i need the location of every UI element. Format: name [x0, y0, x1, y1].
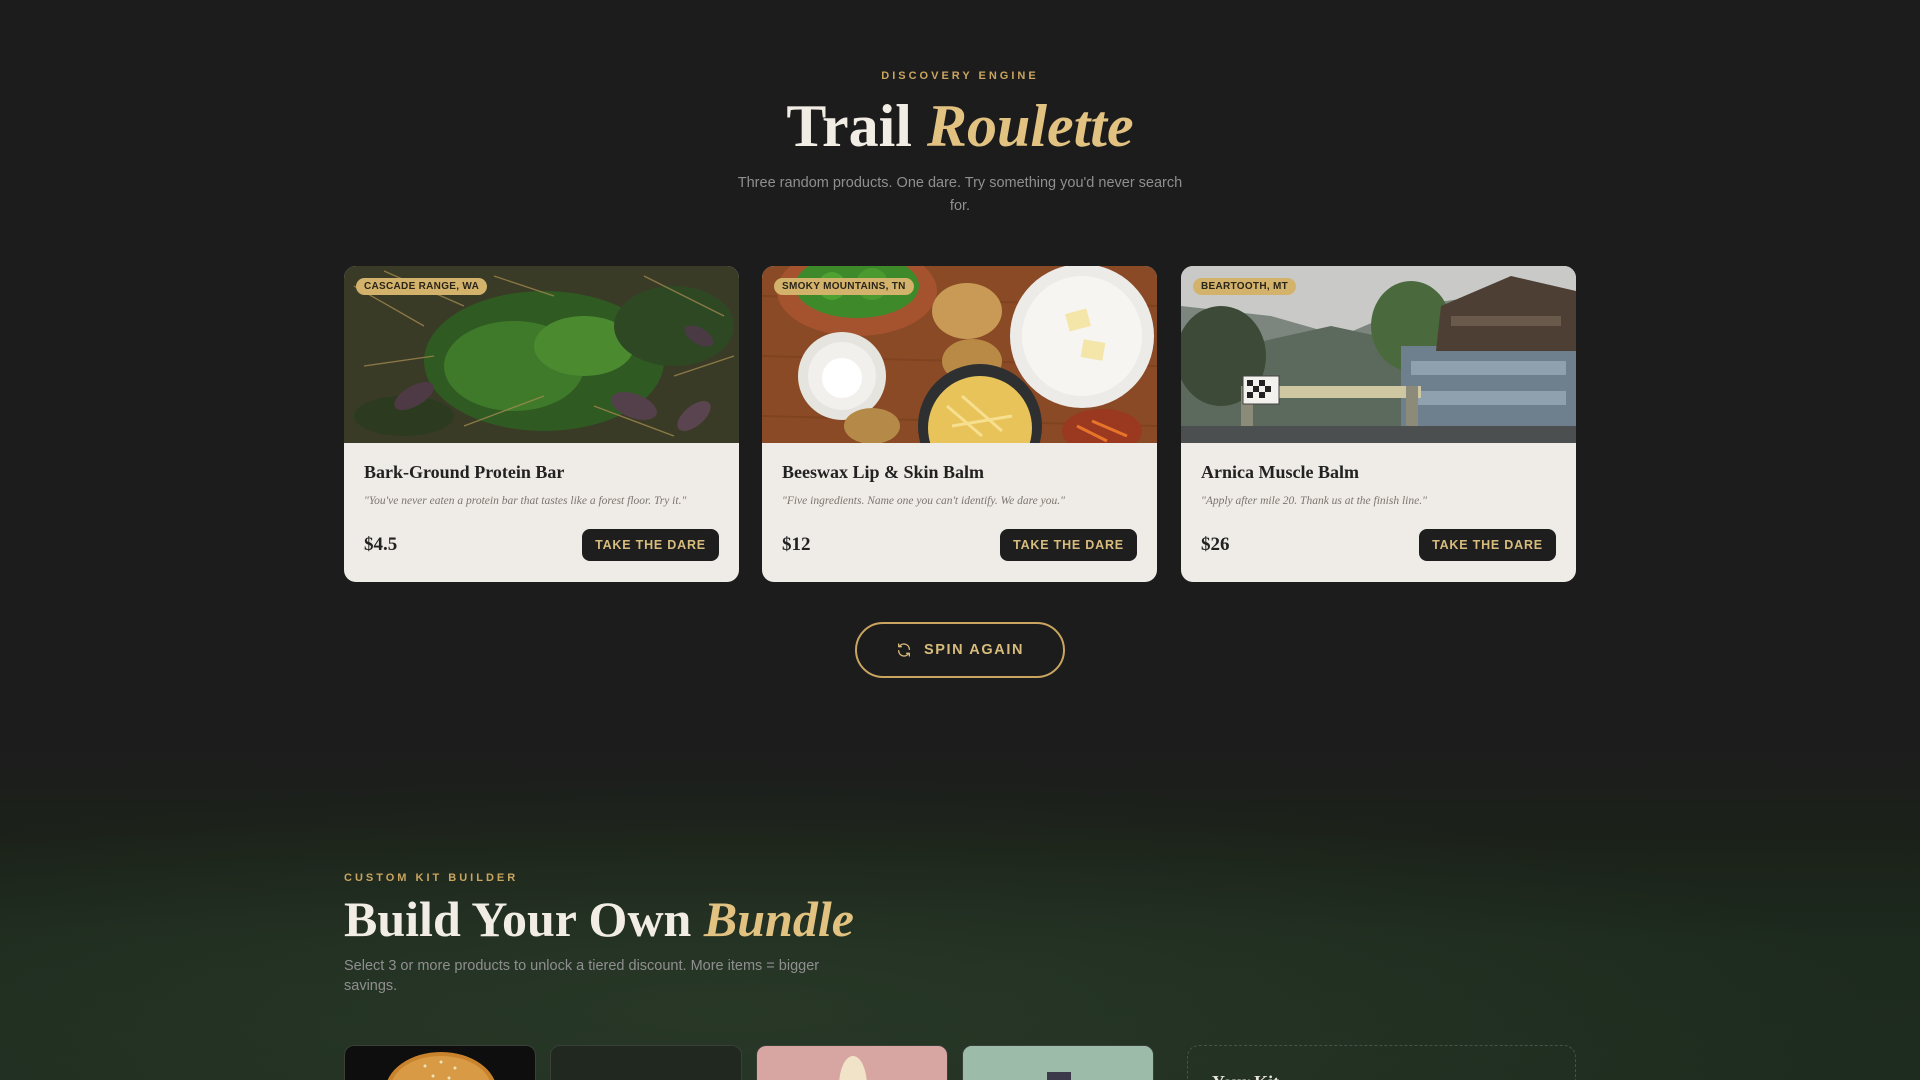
product-card[interactable]: SMOKY MOUNTAINS, TN Beeswax Lip & Skin B…: [762, 266, 1157, 582]
take-the-dare-button[interactable]: TAKE THE DARE: [582, 529, 719, 561]
kit-product-tile[interactable]: [550, 1045, 742, 1080]
kit-title: Build Your Own Bundle: [344, 890, 854, 948]
product-title: Beeswax Lip & Skin Balm: [782, 462, 985, 482]
kit-eyebrow: CUSTOM KIT BUILDER: [344, 872, 519, 884]
kit-title-accent: Bundle: [703, 891, 854, 947]
roulette-eyebrow: DISCOVERY ENGINE: [881, 70, 1039, 82]
product-quote: "You've never eaten a protein bar that t…: [364, 495, 687, 507]
roulette-title-accent: Roulette: [926, 93, 1134, 159]
roulette-title-plain: Trail: [786, 93, 912, 159]
location-tag: BEARTOOTH, MT: [1193, 278, 1297, 295]
kit-subtitle: Select 3 or more products to unlock a ti…: [344, 958, 820, 994]
product-card[interactable]: CASCADE RANGE, WA Bark-Ground Protein Ba…: [344, 266, 739, 582]
location-tag: CASCADE RANGE, WA: [356, 278, 488, 295]
product-price: $12: [782, 534, 811, 555]
page: DISCOVERY ENGINE Trail Roulette Three ra…: [0, 0, 1920, 1080]
kit-product-tile[interactable]: [962, 1045, 1154, 1080]
product-quote: "Five ingredients. Name one you can't id…: [782, 495, 1065, 507]
product-image-mountain-town: BEARTOOTH, MT: [1181, 266, 1576, 443]
kit-title-plain: Build Your Own: [344, 891, 692, 947]
refresh-icon: [897, 643, 910, 657]
product-image-kitchen-ingredients: SMOKY MOUNTAINS, TN: [762, 266, 1157, 443]
product-price: $26: [1201, 534, 1230, 555]
take-the-dare-button[interactable]: TAKE THE DARE: [1419, 529, 1556, 561]
spin-again-label: SPIN AGAIN: [923, 642, 1025, 658]
roulette-title: Trail Roulette: [0, 92, 1920, 161]
product-image-forest-floor: CASCADE RANGE, WA: [344, 266, 739, 443]
product-title: Arnica Muscle Balm: [1201, 462, 1359, 482]
product-quote: "Apply after mile 20. Thank us at the fi…: [1201, 495, 1427, 507]
location-tag: SMOKY MOUNTAINS, TN: [774, 278, 914, 295]
product-card[interactable]: BEARTOOTH, MT Arnica Muscle Balm "Apply …: [1181, 266, 1576, 582]
kit-product-tile[interactable]: [344, 1045, 536, 1080]
your-kit-title: Your Kit: [1212, 1072, 1279, 1080]
your-kit-panel: Your Kit: [1187, 1045, 1576, 1080]
roulette-subtitle: Three random products. One dare. Try som…: [737, 175, 1183, 214]
take-the-dare-button[interactable]: TAKE THE DARE: [1000, 529, 1137, 561]
kit-product-tile[interactable]: [756, 1045, 948, 1080]
product-title: Bark-Ground Protein Bar: [364, 462, 565, 482]
kit-section-background: [0, 740, 1920, 1080]
spin-again-button[interactable]: SPIN AGAIN: [855, 622, 1065, 678]
roulette-cards: CASCADE RANGE, WA Bark-Ground Protein Ba…: [344, 266, 1576, 582]
product-price: $4.5: [364, 534, 398, 555]
